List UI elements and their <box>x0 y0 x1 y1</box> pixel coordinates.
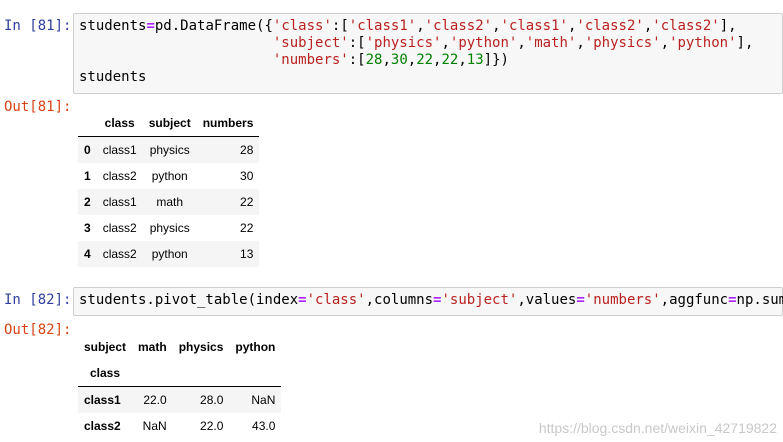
row-index: 0 <box>84 143 91 157</box>
output-prompt-82: Out[82]: <box>4 322 72 338</box>
cell-class: class2 <box>102 247 137 261</box>
table-row: 1 class2 python 30 <box>78 163 259 189</box>
cell-physics: 28.0 <box>200 393 224 407</box>
cell-subject: physics <box>149 143 190 157</box>
input-prompt-82: In [82]: <box>4 292 72 308</box>
table-row: 2 class1 math 22 <box>78 189 260 215</box>
cell-numbers: 28 <box>240 143 254 157</box>
cell-numbers: 13 <box>240 247 254 261</box>
cell-math: 22.0 <box>143 393 167 407</box>
column-header: physics <box>178 340 224 354</box>
row-index: 3 <box>84 221 91 235</box>
cell-class: class1 <box>102 143 137 157</box>
cell-python: NaN <box>251 393 276 407</box>
table-row: 3 class2 physics 22 <box>78 215 259 241</box>
row-index: 1 <box>84 169 91 183</box>
column-header: math <box>138 340 167 354</box>
cell-subject: python <box>151 169 188 183</box>
row-index: 2 <box>84 195 91 209</box>
column-header: class <box>96 110 143 137</box>
columns-name: subject <box>84 340 127 354</box>
cell-python: 43.0 <box>252 419 276 433</box>
table-row: 4 class2 python 13 <box>78 241 260 267</box>
output-prompt-81: Out[81]: <box>4 99 72 115</box>
column-header: numbers <box>196 110 260 137</box>
watermark: https://blog.csdn.net/weixin_42719822 <box>538 420 777 436</box>
row-index: class1 <box>84 393 121 407</box>
cell-subject: python <box>151 247 188 261</box>
table-row: class1 22.0 28.0 NaN <box>78 386 282 413</box>
cell-numbers: 22 <box>240 221 254 235</box>
cell-numbers: 30 <box>240 169 254 183</box>
cell-class: class2 <box>102 221 137 235</box>
row-index: class2 <box>84 419 121 433</box>
index-name: class <box>78 360 133 387</box>
cell-subject: math <box>156 195 184 209</box>
code-cell-81[interactable]: students=pd.DataFrame({'class':['class1'… <box>73 13 783 94</box>
cell-class: class2 <box>102 169 137 183</box>
code-cell-82[interactable]: students.pivot_table(index='class',colum… <box>73 287 783 316</box>
dataframe-students: class subject numbers 0 class1 physics 2… <box>78 110 260 267</box>
table-row: class2 NaN 22.0 43.0 <box>78 413 281 439</box>
input-prompt-81: In [81]: <box>4 18 72 34</box>
row-index: 4 <box>84 247 91 261</box>
cell-class: class1 <box>102 195 137 209</box>
index-header <box>78 110 97 137</box>
column-header: subject <box>142 110 197 137</box>
table-row: 0 class1 physics 28 <box>78 136 260 163</box>
code-text-82: students.pivot_table(index='class',colum… <box>79 292 783 308</box>
cell-math: NaN <box>142 419 167 433</box>
code-text-81: students=pd.DataFrame({'class':['class1'… <box>79 18 754 85</box>
cell-physics: 22.0 <box>200 419 224 433</box>
column-header: python <box>235 340 276 354</box>
cell-subject: physics <box>149 221 190 235</box>
cell-numbers: 22 <box>240 195 254 209</box>
pivot-table: subject math physics python class class1… <box>78 334 282 439</box>
